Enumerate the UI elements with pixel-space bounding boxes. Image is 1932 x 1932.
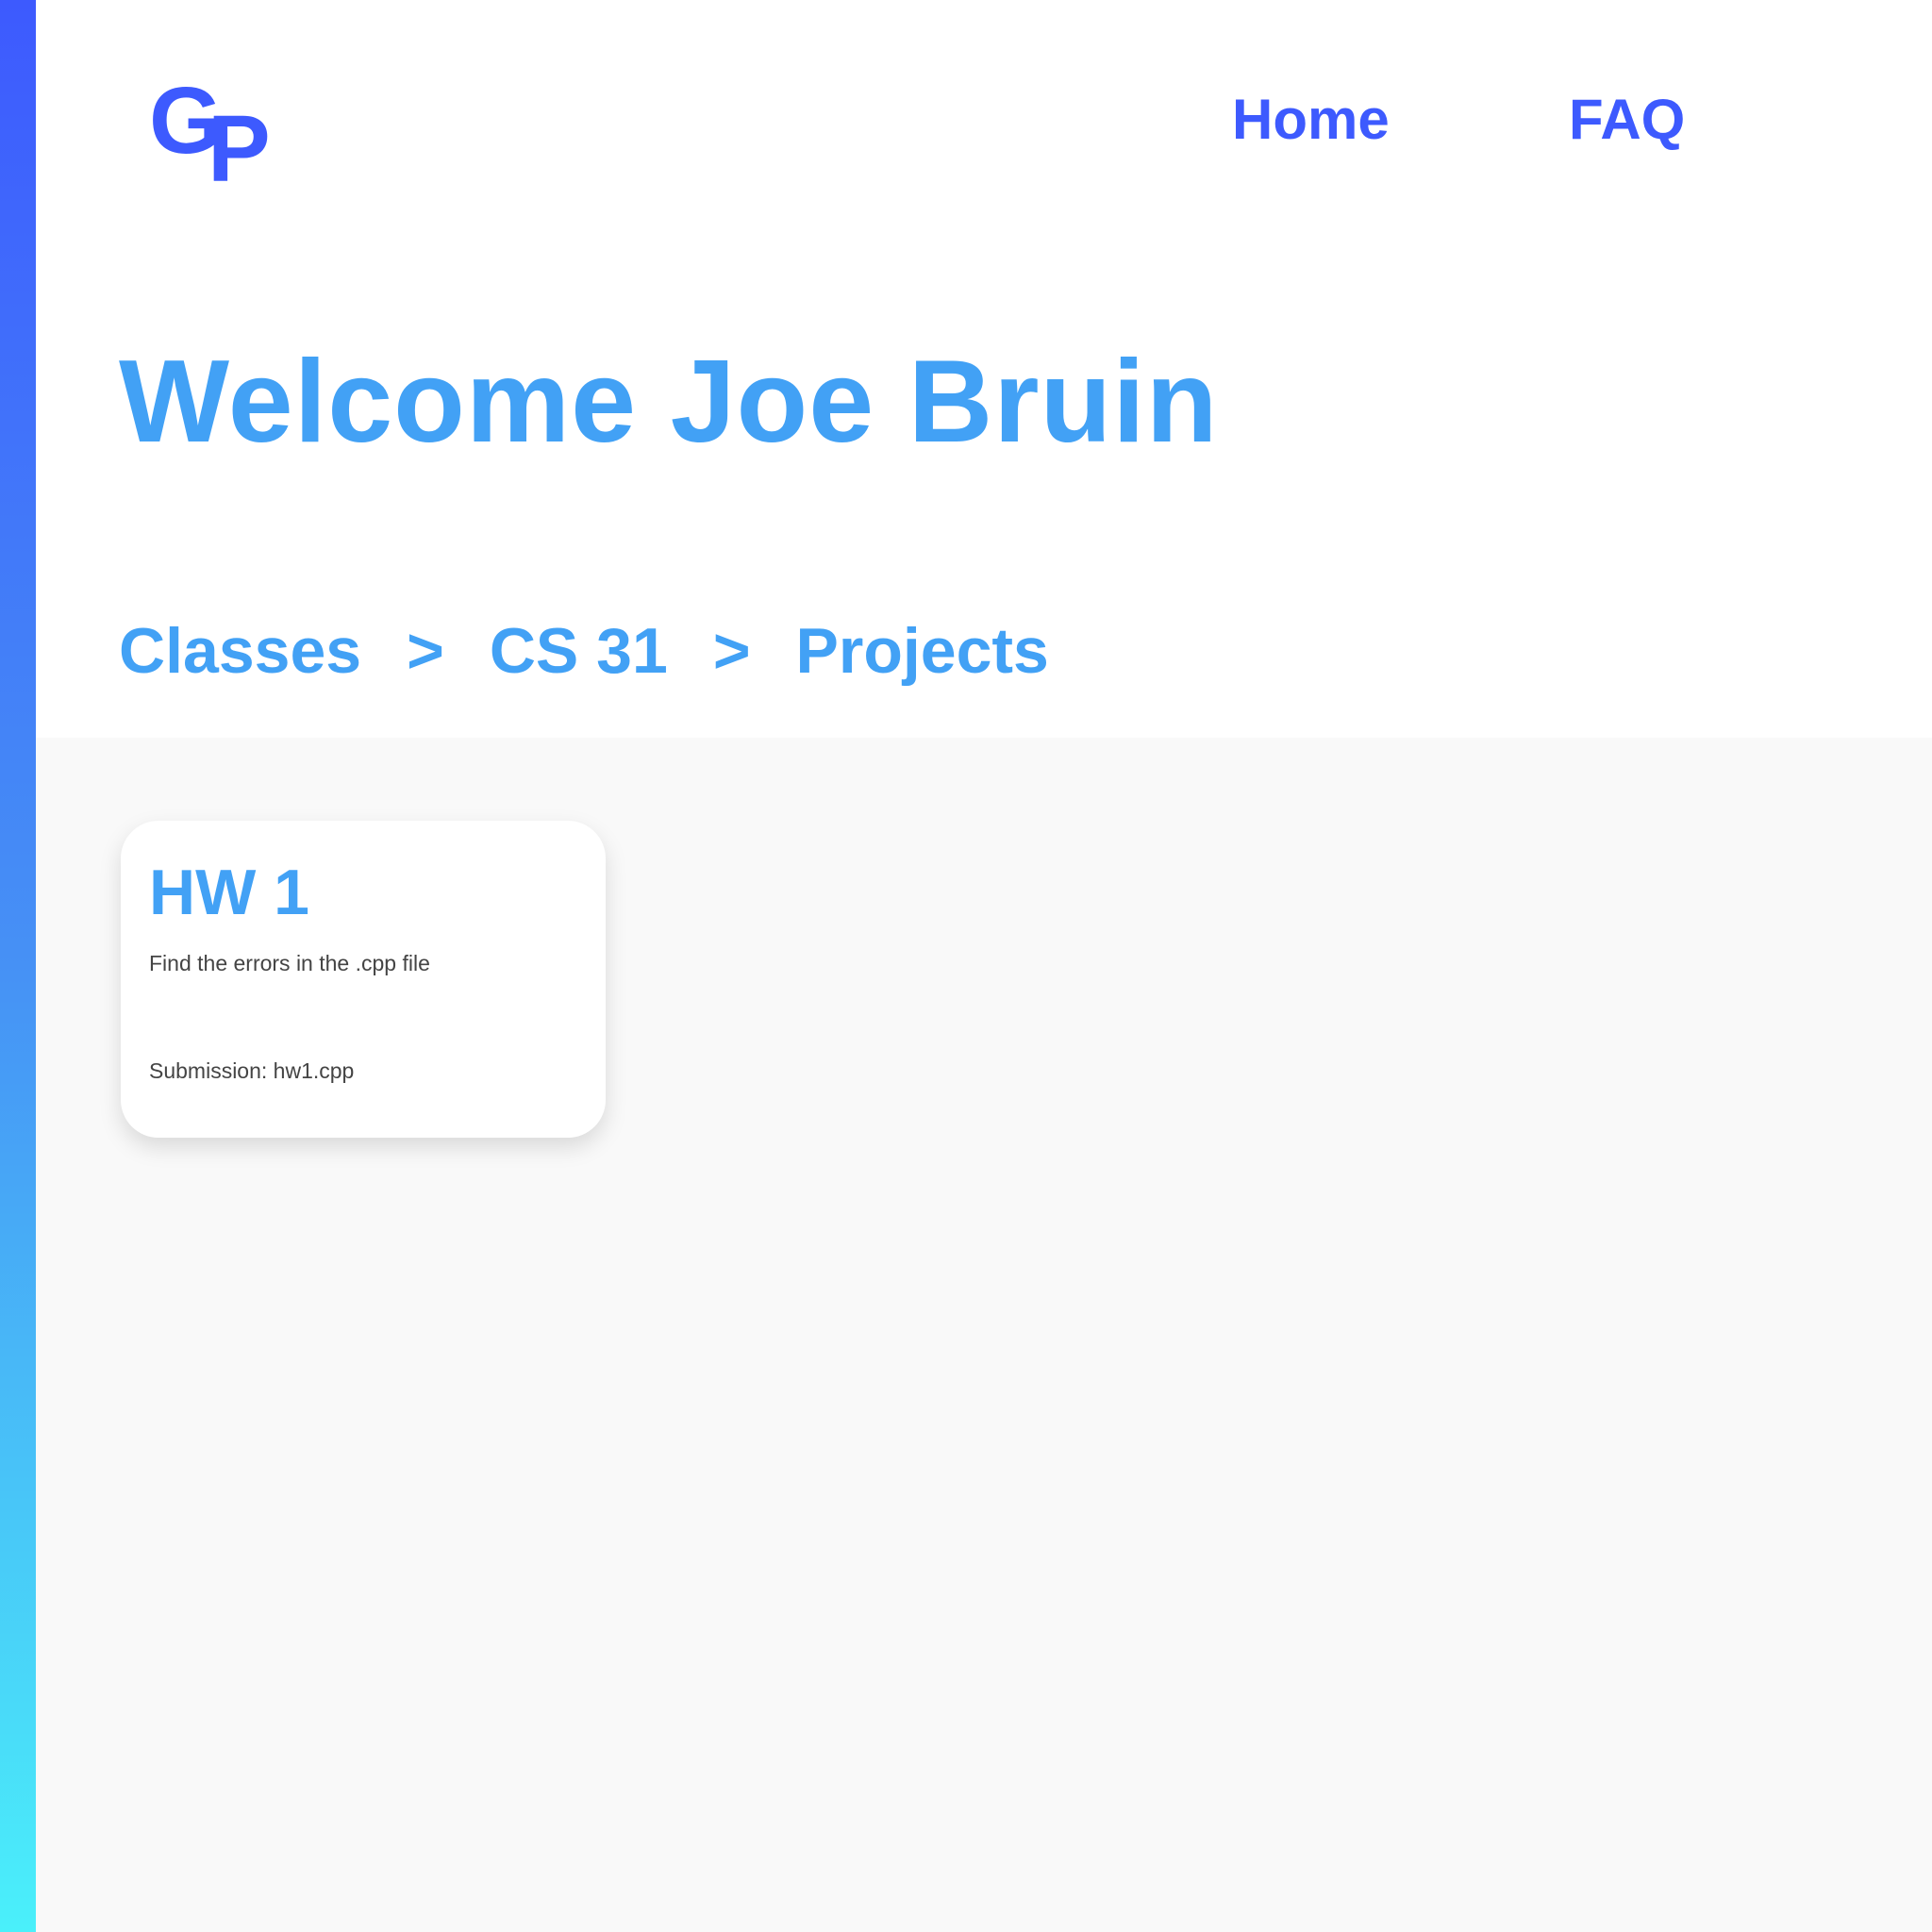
nav-faq-link[interactable]: FAQ	[1569, 87, 1685, 153]
project-card-description: Find the errors in the .cpp file	[149, 951, 430, 975]
projects-area: HW 1 Find the errors in the .cpp file Su…	[36, 738, 1932, 1932]
breadcrumb-separator: >	[407, 615, 444, 687]
breadcrumb-item-cs31[interactable]: CS 31	[490, 614, 668, 688]
header: G P Home FAQ Welcome Joe Bruin Classes >…	[36, 0, 1932, 738]
accent-side-bar	[0, 0, 36, 1932]
breadcrumb-item-classes[interactable]: Classes	[119, 614, 361, 688]
breadcrumb-item-projects[interactable]: Projects	[796, 614, 1049, 688]
logo-letter-p: P	[208, 96, 271, 202]
nav-home-link[interactable]: Home	[1232, 87, 1390, 153]
project-card-title: HW 1	[149, 857, 309, 928]
project-card-submission: Submission: hw1.cpp	[149, 1058, 355, 1083]
logo[interactable]: G P	[149, 74, 281, 196]
breadcrumb: Classes > CS 31 > Projects	[119, 613, 1049, 689]
page: G P Home FAQ Welcome Joe Bruin Classes >…	[0, 0, 1932, 1932]
breadcrumb-separator: >	[712, 615, 751, 687]
project-card-hw1[interactable]: HW 1 Find the errors in the .cpp file Su…	[121, 821, 606, 1138]
page-title: Welcome Joe Bruin	[119, 337, 1219, 467]
